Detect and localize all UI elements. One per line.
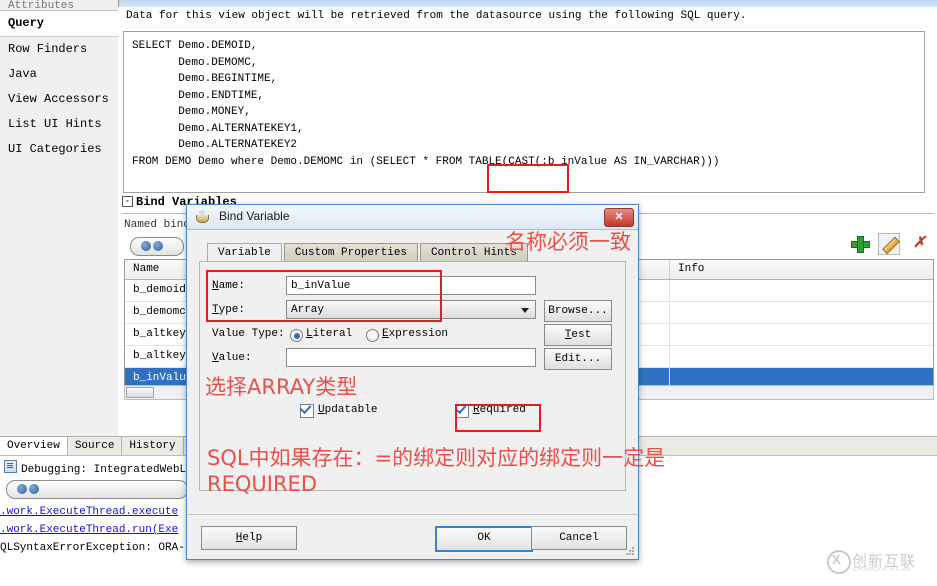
close-icon[interactable]: ✕ — [604, 208, 634, 227]
resize-grip[interactable] — [625, 547, 635, 557]
log-link-row[interactable]: .work.ExecuteThread.execute — [0, 506, 178, 518]
dialog-title: Bind Variable — [219, 209, 290, 223]
cancel-button[interactable]: Cancel — [531, 526, 627, 550]
ok-button[interactable]: OK — [435, 526, 533, 552]
updatable-label: Updatable — [318, 404, 378, 416]
highlight-box-name-type — [206, 270, 442, 322]
sidebar-item-row-finders[interactable]: Row Finders — [0, 37, 118, 62]
delete-icon[interactable]: ✗ — [910, 233, 930, 253]
debug-status-text: Debugging: IntegratedWebLogic — [21, 464, 213, 476]
cell-info — [670, 346, 932, 367]
window-top-strip — [0, 0, 937, 7]
chevron-down-icon — [521, 308, 529, 313]
annotation-required-note-line1: SQL中如果存在：=的绑定则对应的绑定则一定是 — [207, 446, 666, 470]
tab-overview[interactable]: Overview — [0, 437, 68, 455]
nav-item-attributes-clipped[interactable]: Attributes — [0, 0, 118, 10]
highlight-box-required — [455, 404, 541, 432]
test-button[interactable]: Test — [544, 324, 612, 346]
sidebar-item-query[interactable]: Query — [0, 10, 118, 37]
log-find-button[interactable] — [6, 480, 188, 499]
binoculars-icon — [17, 484, 39, 495]
annotation-required-note-line2: REQUIRED — [207, 472, 317, 496]
debug-status-line: Debugging: IntegratedWebLogic — [4, 460, 212, 476]
tab-variable[interactable]: Variable — [207, 243, 282, 263]
updatable-checkbox[interactable] — [300, 404, 314, 418]
watermark-x-mark: X — [832, 552, 841, 567]
add-icon[interactable] — [849, 233, 870, 253]
sidebar-item-ui-categories[interactable]: UI Categories — [0, 137, 118, 162]
sidebar-item-list-ui-hints[interactable]: List UI Hints — [0, 112, 118, 137]
radio-literal-label: Literal — [306, 328, 353, 340]
bind-variables-toolbar: ✗ — [846, 233, 930, 255]
editor-nav-list: Attributes Query Row Finders Java View A… — [0, 0, 119, 440]
radio-expression[interactable] — [366, 329, 379, 342]
bind-find-button[interactable] — [130, 237, 184, 256]
column-header-info[interactable]: Info — [670, 260, 932, 279]
cell-info — [670, 280, 932, 301]
sidebar-item-view-accessors[interactable]: View Accessors — [0, 87, 118, 112]
value-label: Value: — [212, 352, 252, 364]
value-type-label: Value Type: — [212, 328, 285, 340]
debug-icon — [4, 460, 17, 473]
cell-info — [670, 324, 932, 345]
dialog-tab-strip: Variable Custom Properties Control Hints — [207, 243, 530, 263]
watermark: X 创新互联 CHUANGXIN HULIAN — [823, 543, 931, 577]
sidebar-item-java[interactable]: Java — [0, 62, 118, 87]
scrollbar-thumb[interactable] — [126, 387, 154, 398]
edit-icon[interactable] — [878, 233, 901, 255]
dialog-footer: Help OK Cancel — [187, 514, 638, 559]
value-field[interactable] — [286, 348, 536, 367]
annotation-name-must-match: 名称必须一致 — [505, 230, 631, 254]
sql-query-text[interactable]: SELECT Demo.DEMOID, Demo.DEMOMC, Demo.BE… — [124, 32, 924, 176]
tab-history[interactable]: History — [122, 437, 184, 455]
watermark-subtext: CHUANGXIN HULIAN — [853, 567, 911, 573]
annotation-choose-array: 选择ARRAY类型 — [205, 375, 358, 399]
radio-literal[interactable] — [290, 329, 303, 342]
coffee-cup-icon — [195, 210, 211, 224]
highlight-box-sql-bind — [487, 164, 569, 193]
named-bind-label: Named bind — [124, 219, 191, 231]
tab-custom-properties[interactable]: Custom Properties — [283, 243, 419, 262]
radio-expression-label: Expression — [382, 328, 449, 340]
browse-button[interactable]: Browse... — [544, 300, 612, 322]
tab-source[interactable]: Source — [68, 437, 123, 455]
log-exception-row[interactable]: QLSyntaxErrorException: ORA- — [0, 542, 185, 554]
query-hint-text: Data for this view object will be retrie… — [126, 10, 747, 22]
cell-info — [670, 302, 932, 323]
help-button[interactable]: Help — [201, 526, 297, 550]
binoculars-icon — [141, 241, 163, 252]
log-link-row[interactable]: .work.ExecuteThread.run(Exe — [0, 524, 178, 536]
collapse-toggle-icon[interactable]: - — [122, 196, 133, 207]
edit-button[interactable]: Edit... — [544, 348, 612, 370]
